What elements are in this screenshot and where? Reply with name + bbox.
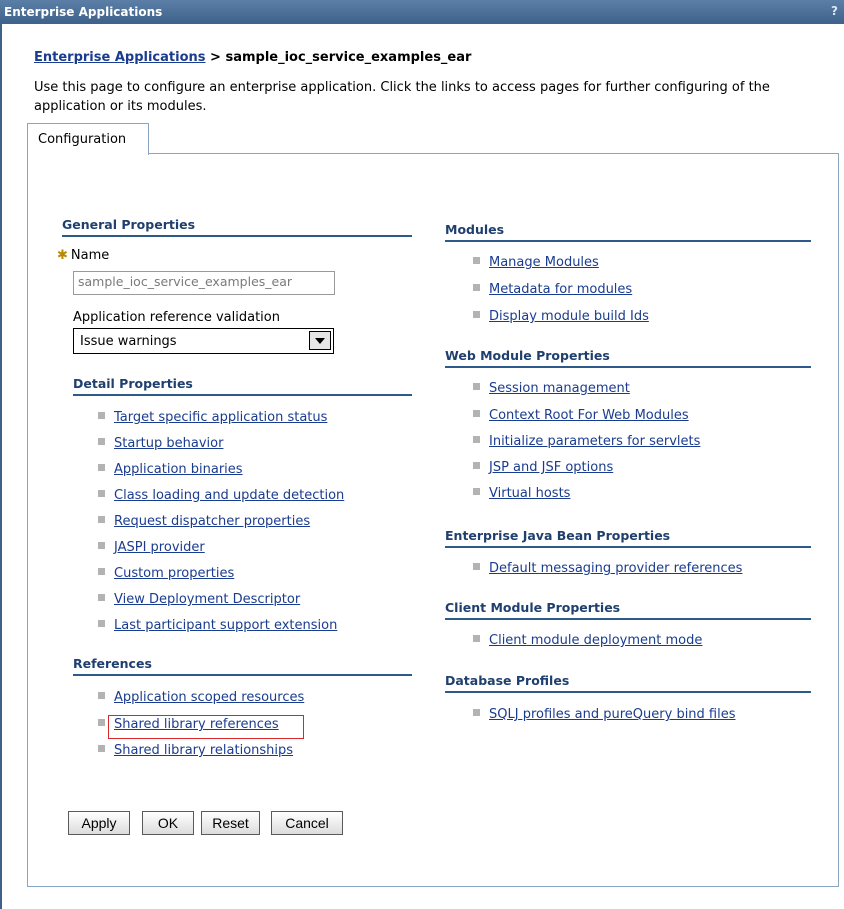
window-title: Enterprise Applications: [4, 5, 163, 19]
list-item: Application binaries: [98, 462, 243, 477]
bullet-icon: [98, 542, 105, 549]
bullet-icon: [473, 488, 480, 495]
breadcrumb-current: sample_ioc_service_examples_ear: [225, 50, 472, 65]
modules-heading: Modules: [445, 222, 811, 242]
bullet-icon: [473, 709, 480, 716]
name-label: ✱ Name: [57, 248, 109, 263]
apply-button[interactable]: Apply: [68, 811, 130, 835]
link-shared-library-relationships[interactable]: Shared library relationships: [114, 743, 293, 758]
client-module-properties-heading: Client Module Properties: [445, 600, 811, 620]
bullet-icon: [98, 568, 105, 575]
cancel-button[interactable]: Cancel: [271, 811, 343, 835]
list-item: Context Root For Web Modules: [473, 408, 689, 423]
link-sqlj-profiles-and-purequery-bind-files[interactable]: SQLJ profiles and pureQuery bind files: [489, 707, 736, 722]
bullet-icon: [98, 745, 105, 752]
breadcrumb: Enterprise Applications > sample_ioc_ser…: [34, 50, 471, 65]
link-metadata-for-modules[interactable]: Metadata for modules: [489, 282, 632, 297]
general-properties-heading: General Properties: [62, 217, 412, 237]
list-item: Manage Modules: [473, 255, 599, 270]
help-icon[interactable]: ?: [831, 4, 838, 18]
link-view-deployment-descriptor[interactable]: View Deployment Descriptor: [114, 592, 300, 607]
link-target-specific-application-status[interactable]: Target specific application status: [114, 410, 327, 425]
bullet-icon: [98, 464, 105, 471]
breadcrumb-separator: >: [205, 50, 226, 65]
link-jsp-and-jsf-options[interactable]: JSP and JSF options: [489, 460, 613, 475]
link-virtual-hosts[interactable]: Virtual hosts: [489, 486, 570, 501]
list-item: Metadata for modules: [473, 282, 632, 297]
link-display-module-build-ids[interactable]: Display module build Ids: [489, 309, 649, 324]
frame-border: [0, 24, 2, 909]
ok-button[interactable]: OK: [142, 811, 194, 835]
bullet-icon: [98, 490, 105, 497]
list-item: Initialize parameters for servlets: [473, 434, 700, 449]
select-value: Issue warnings: [80, 334, 177, 349]
list-item: Virtual hosts: [473, 486, 570, 501]
application-reference-validation-label: Application reference validation: [73, 310, 280, 325]
required-star-icon: ✱: [57, 248, 68, 263]
list-item: Session management: [473, 381, 630, 396]
list-item: Class loading and update detection: [98, 488, 344, 503]
bullet-icon: [473, 462, 480, 469]
list-item: Client module deployment mode: [473, 633, 702, 648]
link-class-loading-and-update-detection[interactable]: Class loading and update detection: [114, 488, 344, 503]
bullet-icon: [473, 257, 480, 264]
bullet-icon: [98, 412, 105, 419]
list-item: JSP and JSF options: [473, 460, 613, 475]
page-description: Use this page to configure an enterprise…: [34, 80, 770, 114]
link-request-dispatcher-properties[interactable]: Request dispatcher properties: [114, 514, 310, 529]
list-item: Shared library relationships: [98, 743, 293, 758]
list-item: SQLJ profiles and pureQuery bind files: [473, 707, 736, 722]
link-startup-behavior[interactable]: Startup behavior: [114, 436, 223, 451]
bullet-icon: [473, 410, 480, 417]
breadcrumb-enterprise-applications-link[interactable]: Enterprise Applications: [34, 50, 206, 65]
link-manage-modules[interactable]: Manage Modules: [489, 255, 599, 270]
link-last-participant-support-extension[interactable]: Last participant support extension: [114, 618, 337, 633]
list-item: Startup behavior: [98, 436, 223, 451]
list-item: JASPI provider: [98, 540, 205, 555]
list-item: View Deployment Descriptor: [98, 592, 300, 607]
list-item: Target specific application status: [98, 410, 327, 425]
bullet-icon: [98, 594, 105, 601]
list-item: Default messaging provider references: [473, 561, 742, 576]
tab-configuration[interactable]: Configuration: [27, 123, 149, 155]
list-item: Request dispatcher properties: [98, 514, 310, 529]
bullet-icon: [473, 311, 480, 318]
list-item: Custom properties: [98, 566, 234, 581]
ejb-properties-heading: Enterprise Java Bean Properties: [445, 528, 811, 548]
bullet-icon: [98, 620, 105, 627]
bullet-icon: [473, 635, 480, 642]
bullet-icon: [98, 692, 105, 699]
bullet-icon: [473, 284, 480, 291]
database-profiles-heading: Database Profiles: [445, 673, 811, 693]
bullet-icon: [98, 438, 105, 445]
web-module-properties-heading: Web Module Properties: [445, 348, 811, 368]
link-initialize-parameters-for-servlets[interactable]: Initialize parameters for servlets: [489, 434, 700, 449]
highlight-box: [108, 715, 304, 739]
link-default-messaging-provider-references[interactable]: Default messaging provider references: [489, 561, 742, 576]
tab-configuration-label: Configuration: [38, 132, 127, 147]
list-item: Last participant support extension: [98, 618, 337, 633]
link-application-scoped-resources[interactable]: Application scoped resources: [114, 690, 304, 705]
link-jaspi-provider[interactable]: JASPI provider: [114, 540, 205, 555]
dropdown-arrow-icon[interactable]: [309, 331, 331, 350]
bullet-icon: [473, 563, 480, 570]
link-context-root-for-web-modules[interactable]: Context Root For Web Modules: [489, 408, 689, 423]
link-application-binaries[interactable]: Application binaries: [114, 462, 243, 477]
bullet-icon: [473, 436, 480, 443]
detail-properties-heading: Detail Properties: [73, 376, 412, 396]
bullet-icon: [98, 516, 105, 523]
name-label-text: Name: [70, 248, 110, 263]
window-titlebar: Enterprise Applications ?: [0, 0, 844, 24]
bullet-icon: [473, 383, 480, 390]
references-heading: References: [73, 656, 412, 676]
reset-button[interactable]: Reset: [201, 811, 260, 835]
name-field[interactable]: sample_ioc_service_examples_ear: [73, 271, 335, 295]
list-item: Display module build Ids: [473, 309, 649, 324]
link-session-management[interactable]: Session management: [489, 381, 630, 396]
application-reference-validation-select[interactable]: Issue warnings: [73, 328, 334, 354]
list-item: Application scoped resources: [98, 690, 304, 705]
link-client-module-deployment-mode[interactable]: Client module deployment mode: [489, 633, 702, 648]
link-custom-properties[interactable]: Custom properties: [114, 566, 234, 581]
bullet-icon: [98, 719, 105, 726]
